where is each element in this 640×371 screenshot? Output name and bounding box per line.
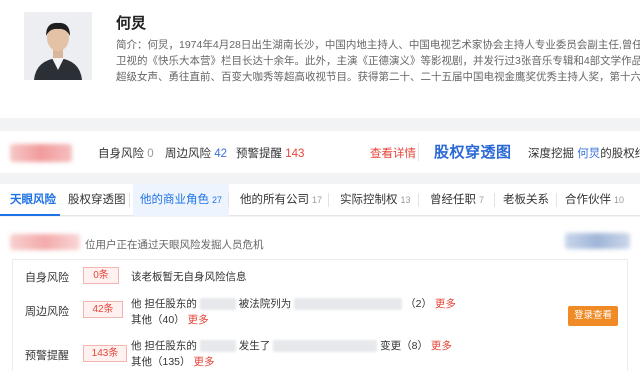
self-risk-count: 0	[147, 148, 154, 160]
tab-past-positions[interactable]: 曾经任职 7	[430, 184, 484, 216]
tab-label: 老板关系	[503, 194, 549, 206]
tab-label: 曾经任职	[430, 194, 476, 206]
divider	[494, 193, 495, 207]
tab-label: 天眼风险	[10, 194, 56, 206]
active-tab-indicator	[0, 214, 60, 216]
bio-line: 超级女声、勇往直前、百变大咖秀等超高收视节目。获得第二十、二十五届中国电视金鹰奖…	[116, 71, 640, 83]
surround-risk-line: 他 担任股东的 被法院列为 （2） 更多	[131, 296, 456, 311]
view-detail-link[interactable]: 查看详情	[370, 145, 416, 161]
avatar[interactable]	[24, 12, 92, 80]
line-text: 发生了	[238, 340, 271, 352]
line-text: 其他（135）	[131, 356, 191, 368]
more-link[interactable]: 更多	[188, 314, 209, 326]
blurred-badge	[565, 233, 630, 249]
tab-count: 27	[212, 195, 223, 205]
warning-item[interactable]: 预警提醒 143	[236, 145, 304, 161]
deep-mine-name: 何炅	[577, 148, 601, 160]
line-text: （2）	[405, 298, 432, 310]
more-link[interactable]: 更多	[435, 298, 456, 310]
divider	[129, 193, 130, 207]
person-name: 何炅	[116, 15, 147, 32]
equity-chart-logo[interactable]: 股权穿透图	[434, 141, 512, 162]
tab-count: 10	[614, 195, 625, 205]
risk-content: 位用户正在通过天眼风险发掘人员危机 自身风险 0条 该老板暂无自身风险信息 周边…	[0, 217, 640, 371]
tab-label: 他的所有公司	[240, 194, 309, 206]
deep-mine-suffix: 的股权结	[600, 148, 640, 160]
divider	[228, 193, 229, 207]
warning-other: 其他（135） 更多	[131, 354, 214, 369]
divider	[556, 193, 557, 207]
divider	[328, 193, 329, 207]
tab-all-companies[interactable]: 他的所有公司 17	[240, 184, 322, 216]
more-link[interactable]: 更多	[193, 356, 214, 368]
tab-label: 合作伙伴	[565, 194, 611, 206]
line-text: 他 担任股东的	[131, 298, 197, 310]
line-text: 变更（8）	[380, 340, 428, 352]
masked-detail	[273, 340, 378, 353]
masked-company	[199, 340, 236, 353]
divider	[418, 193, 419, 207]
risk-summary-bar: 自身风险 0 周边风险 42 预警提醒 143 查看详情 股权穿透图 深度挖掘 …	[0, 131, 640, 173]
deep-mine-label: 深度挖掘	[528, 148, 574, 160]
tab-label: 股权穿透图	[68, 194, 126, 206]
surround-risk-count: 42	[214, 148, 227, 160]
surround-risk-chip: 42条	[83, 301, 123, 318]
surround-risk-row-label: 周边风险	[25, 306, 69, 318]
surround-risk-label: 周边风险	[165, 148, 211, 160]
bio-line: 简介：何炅，1974年4月28日出生湖南长沙，中国内地主持人、中国电视艺术家协会…	[116, 39, 640, 51]
tab-tianyan-risk[interactable]: 天眼风险	[10, 184, 56, 216]
person-bio: 简介：何炅，1974年4月28日出生湖南长沙，中国内地主持人、中国电视艺术家协会…	[116, 37, 640, 85]
blurred-user-count	[10, 234, 80, 250]
surround-risk-item[interactable]: 周边风险 42	[165, 145, 227, 161]
tab-business-roles[interactable]: 他的商业角色 27	[133, 184, 230, 216]
warning-label: 预警提醒	[236, 148, 282, 160]
line-text: 被法院列为	[238, 298, 292, 310]
tab-bar: 天眼风险 股权穿透图 他的商业角色 27 他的所有公司 17 实际控制权 13 曾经任…	[0, 184, 640, 216]
self-risk-text: 该老板暂无自身风险信息	[131, 271, 247, 283]
self-risk-label: 自身风险	[98, 148, 144, 160]
warning-count: 143	[285, 148, 305, 160]
tab-count: 13	[400, 195, 411, 205]
tab-actual-control[interactable]: 实际控制权 13	[340, 184, 411, 216]
login-view-button[interactable]: 登录查看	[568, 306, 618, 326]
bio-line: 卫视的《快乐大本营》栏目长达十余年。此外，主演《正德演义》等影视剧，并发行过3张…	[116, 55, 640, 67]
divider	[418, 143, 419, 161]
person-photo-icon	[24, 12, 92, 80]
tab-count: 17	[312, 195, 323, 205]
user-notice: 位用户正在通过天眼风险发掘人员危机	[85, 239, 264, 251]
warning-chip: 143条	[83, 345, 127, 362]
line-text: 他 担任股东的	[131, 340, 197, 352]
tab-partners[interactable]: 合作伙伴 10	[565, 184, 624, 216]
warning-line: 他 担任股东的 发生了 变更（8） 更多	[131, 338, 452, 353]
warning-row-label: 预警提醒	[25, 350, 69, 362]
masked-company	[199, 298, 236, 311]
risk-panel: 自身风险 0条 该老板暂无自身风险信息 周边风险 42条 他 担任股东的 被法院…	[12, 259, 628, 371]
tab-boss-relations[interactable]: 老板关系	[503, 184, 549, 216]
more-link[interactable]: 更多	[431, 340, 452, 352]
masked-detail	[294, 298, 403, 311]
self-risk-item[interactable]: 自身风险 0	[98, 145, 154, 161]
deep-mine-link[interactable]: 深度挖掘 何炅的股权结	[528, 145, 640, 161]
tianyan-logo-blurred	[10, 144, 72, 162]
tab-equity-chart[interactable]: 股权穿透图	[68, 184, 126, 216]
self-risk-row-label: 自身风险	[25, 272, 69, 284]
line-text: 其他（40）	[131, 314, 185, 326]
tab-label: 他的商业角色	[140, 194, 209, 206]
tab-count: 7	[479, 195, 485, 205]
self-risk-chip: 0条	[83, 267, 119, 284]
surround-risk-other: 其他（40） 更多	[131, 312, 209, 327]
profile-header: 何炅 简介：何炅，1974年4月28日出生湖南长沙，中国内地主持人、中国电视艺术…	[0, 0, 640, 118]
tab-label: 实际控制权	[340, 194, 398, 206]
